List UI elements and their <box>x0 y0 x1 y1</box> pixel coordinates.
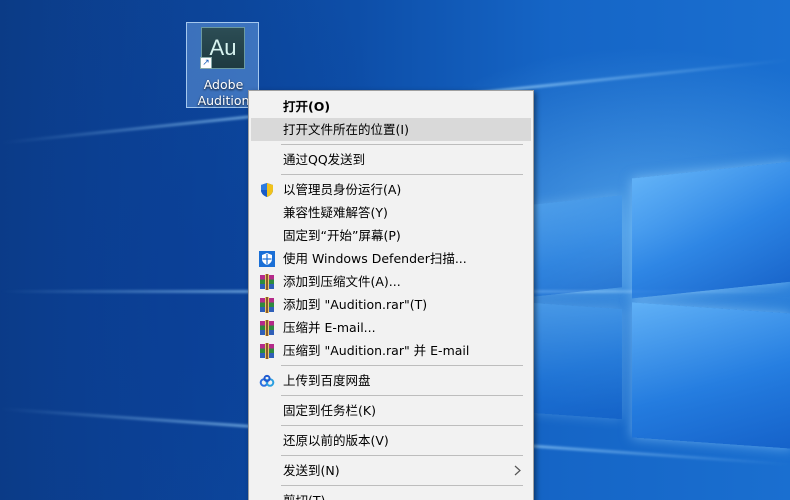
menu-item-label: 添加到 "Audition.rar"(T) <box>283 297 428 312</box>
menu-item-label: 打开文件所在的位置(I) <box>283 122 409 137</box>
windows-logo-pane <box>532 302 622 420</box>
menu-item-troubleshoot[interactable]: 兼容性疑难解答(Y) <box>251 201 531 224</box>
chevron-right-icon <box>514 465 521 476</box>
menu-item-upload-baidu[interactable]: 上传到百度网盘 <box>251 369 531 392</box>
menu-item-label: 通过QQ发送到 <box>283 152 366 167</box>
baidu-netdisk-icon <box>259 374 275 387</box>
menu-separator <box>281 395 523 396</box>
windows-logo-pane <box>532 195 622 297</box>
menu-item-label: 压缩到 "Audition.rar" 并 E-mail <box>283 343 470 358</box>
menu-item-run-as-admin[interactable]: 以管理员身份运行(A) <box>251 178 531 201</box>
menu-separator <box>281 365 523 366</box>
winrar-icon <box>260 274 274 290</box>
windows-logo-pane <box>632 302 790 449</box>
menu-item-cut[interactable]: 剪切(T) <box>251 489 531 500</box>
menu-item-label: 还原以前的版本(V) <box>283 433 389 448</box>
menu-item-open[interactable]: 打开(O) <box>251 95 531 118</box>
menu-item-restore-versions[interactable]: 还原以前的版本(V) <box>251 429 531 452</box>
uac-shield-icon <box>261 183 273 197</box>
windows-defender-icon <box>259 251 275 267</box>
menu-item-compress-rar-email[interactable]: 压缩到 "Audition.rar" 并 E-mail <box>251 339 531 362</box>
menu-item-send-qq[interactable]: 通过QQ发送到 <box>251 148 531 171</box>
winrar-icon <box>260 297 274 313</box>
menu-item-label: 发送到(N) <box>283 463 340 478</box>
menu-item-label: 剪切(T) <box>283 489 325 500</box>
menu-item-label: 使用 Windows Defender扫描... <box>283 251 467 266</box>
winrar-icon <box>260 320 274 336</box>
shortcut-arrow-icon: ↗ <box>200 57 212 69</box>
menu-item-add-archive[interactable]: 添加到压缩文件(A)... <box>251 270 531 293</box>
windows-logo-pane <box>632 161 790 299</box>
menu-separator <box>281 144 523 145</box>
menu-item-label: 以管理员身份运行(A) <box>283 182 402 197</box>
menu-item-pin-start[interactable]: 固定到“开始”屏幕(P) <box>251 224 531 247</box>
menu-item-compress-email[interactable]: 压缩并 E-mail... <box>251 316 531 339</box>
menu-item-defender-scan[interactable]: 使用 Windows Defender扫描... <box>251 247 531 270</box>
context-menu: 打开(O) 打开文件所在的位置(I) 通过QQ发送到 以管理员身份运行(A) 兼… <box>248 90 534 500</box>
menu-item-label: 添加到压缩文件(A)... <box>283 274 401 289</box>
menu-item-label: 固定到“开始”屏幕(P) <box>283 228 401 243</box>
menu-separator <box>281 174 523 175</box>
menu-item-label: 压缩并 E-mail... <box>283 320 376 335</box>
desktop-background: Au ↗ Adobe Audition 打开(O) 打开文件所在的位置(I) 通… <box>0 0 790 500</box>
menu-separator <box>281 485 523 486</box>
menu-item-send-to[interactable]: 发送到(N) <box>251 459 531 482</box>
menu-separator <box>281 425 523 426</box>
menu-item-label: 打开(O) <box>283 99 331 114</box>
menu-item-label: 上传到百度网盘 <box>283 373 371 388</box>
menu-item-pin-taskbar[interactable]: 固定到任务栏(K) <box>251 399 531 422</box>
menu-item-open-location[interactable]: 打开文件所在的位置(I) <box>251 118 531 141</box>
menu-separator <box>281 455 523 456</box>
menu-item-add-rar[interactable]: 添加到 "Audition.rar"(T) <box>251 293 531 316</box>
winrar-icon <box>260 343 274 359</box>
menu-item-label: 固定到任务栏(K) <box>283 403 376 418</box>
menu-item-label: 兼容性疑难解答(Y) <box>283 205 388 220</box>
